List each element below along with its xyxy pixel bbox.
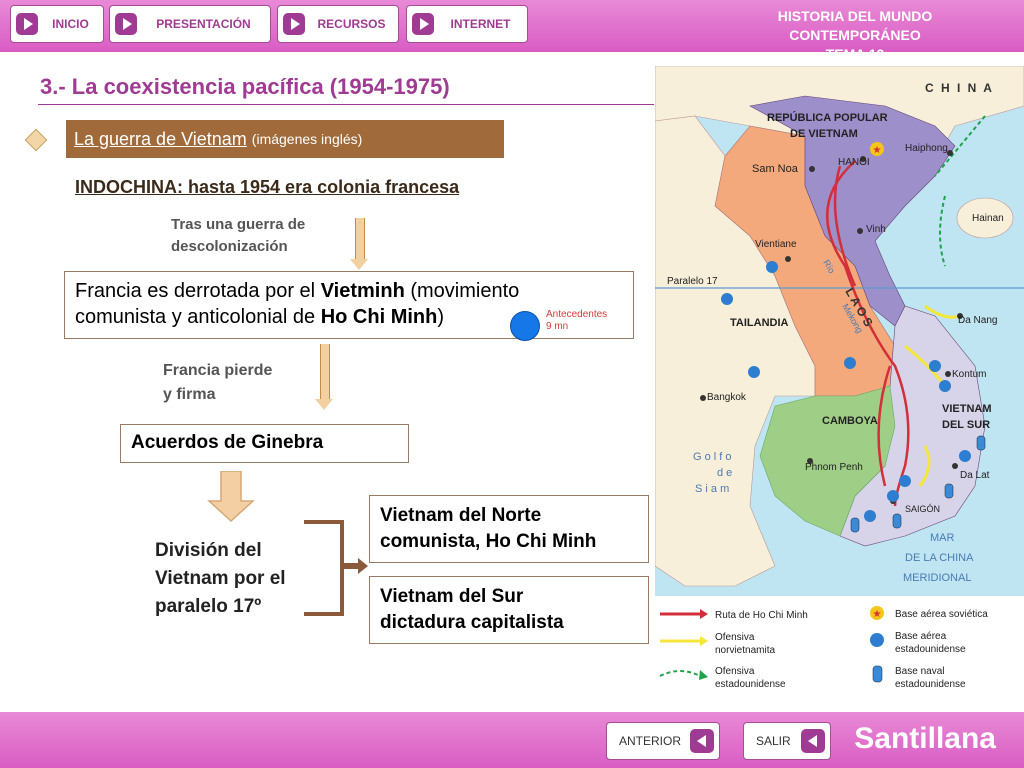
split-bracket xyxy=(304,520,344,616)
label-kontum: Kontum xyxy=(952,369,986,380)
label-golfo-2: d e xyxy=(717,467,732,479)
division-line-2: Vietnam por el xyxy=(155,568,286,589)
sur-line-2: dictadura capitalista xyxy=(380,612,564,633)
label-camboya: CAMBOYA xyxy=(822,415,878,427)
pierde-line-2: y firma xyxy=(163,386,216,403)
vietnam-sur-box: Vietnam del Sur dictadura capitalista xyxy=(369,576,649,644)
santillana-logo: Santillana xyxy=(854,722,996,755)
inicio-label: INICIO xyxy=(52,17,89,31)
label-saigon: SAIGÓN xyxy=(905,504,940,514)
division-line-1: División del xyxy=(155,540,262,561)
label-da-lat: Da Lat xyxy=(960,470,990,481)
label-tailandia: TAILANDIA xyxy=(730,317,789,329)
legend-base-aer-1: Base aérea xyxy=(895,631,947,642)
big-down-arrow-icon xyxy=(207,471,255,523)
division-line-3: paralelo 17º xyxy=(155,596,262,617)
norte-line-2: comunista, Ho Chi Minh xyxy=(380,531,597,552)
label-vs-2: DEL SUR xyxy=(942,419,990,431)
francia-line-1: Francia es derrotada por el Vietminh (mo… xyxy=(75,280,520,302)
right-arrow-icon xyxy=(344,558,368,574)
francia-pierde-text: Francia pierde y firma xyxy=(163,359,272,407)
video-note: (imágenes inglés) xyxy=(251,131,363,147)
internet-button[interactable]: INTERNET xyxy=(406,5,528,43)
down-arrow-icon xyxy=(315,344,333,410)
page-title: 3.- La coexistencia pacífica (1954-1975) xyxy=(40,74,450,99)
recursos-button[interactable]: RECURSOS xyxy=(277,5,399,43)
vietnam-norte-box: Vietnam del Norte comunista, Ho Chi Minh xyxy=(369,495,649,563)
anterior-label: ANTERIOR xyxy=(619,734,682,748)
label-bangkok: Bangkok xyxy=(707,392,747,403)
tras-guerra-text: Tras una guerra de descolonización xyxy=(171,214,305,258)
label-sam-noa: Sam Noa xyxy=(752,163,799,175)
down-arrow-icon xyxy=(350,218,368,270)
bullet-diamond-icon xyxy=(24,128,48,152)
label-mar-2: DE LA CHINA xyxy=(905,552,974,564)
svg-text:★: ★ xyxy=(873,609,882,620)
antecedentes-video-button[interactable] xyxy=(510,311,540,341)
recursos-label: RECURSOS xyxy=(317,17,386,31)
svg-text:★: ★ xyxy=(873,145,882,156)
presentacion-button[interactable]: PRESENTACIÓN xyxy=(109,5,271,43)
legend-us-1: Ofensiva xyxy=(715,666,755,677)
indochina-map: ★ C H I N A REPÚBLICA POPULAR DE VIETNAM… xyxy=(655,66,1024,700)
sur-line-1: Vietnam del Sur xyxy=(380,586,524,607)
indochina-heading: INDOCHINA: hasta 1954 era colonia france… xyxy=(75,177,460,197)
salir-label: SALIR xyxy=(756,734,791,748)
legend-base-nav-1: Base naval xyxy=(895,666,944,677)
legend-base-nav-2: estadounidense xyxy=(895,679,966,690)
norte-line-1: Vietnam del Norte xyxy=(380,505,542,526)
tras-line-2: descolonización xyxy=(171,238,288,255)
label-vs-1: VIETNAM xyxy=(942,403,992,415)
play-icon xyxy=(115,13,137,35)
play-icon xyxy=(283,13,305,35)
play-icon xyxy=(16,13,38,35)
label-rpv-2: DE VIETNAM xyxy=(790,128,858,140)
back-arrow-icon xyxy=(690,729,714,753)
legend-base-aer-2: estadounidense xyxy=(895,644,966,655)
course-header: HISTORIA DEL MUNDO CONTEMPORÁNEO TEMA 12 xyxy=(730,7,980,64)
inicio-button[interactable]: INICIO xyxy=(10,5,104,43)
legend-base-sov: Base aérea soviética xyxy=(895,609,988,620)
label-hanoi: HANOI xyxy=(838,157,870,168)
label-da-nang: Da Nang xyxy=(958,315,997,326)
legend-us-2: estadounidense xyxy=(715,679,786,690)
label-hainan: Hainan xyxy=(972,213,1004,224)
label-paralelo: Paralelo 17 xyxy=(667,276,718,287)
label-golfo-1: G o l f o xyxy=(693,451,732,463)
salir-button[interactable]: SALIR xyxy=(743,722,831,760)
video-link[interactable]: La guerra de Vietnam xyxy=(74,129,247,150)
label-haiphong: Haiphong xyxy=(905,143,948,154)
acuerdos-ginebra-box: Acuerdos de Ginebra xyxy=(120,424,409,463)
label-golfo-3: S i a m xyxy=(695,483,729,495)
label-vientiane: Vientiane xyxy=(755,239,797,250)
video-link-box[interactable]: La guerra de Vietnam (imágenes inglés) xyxy=(66,120,504,158)
back-arrow-icon xyxy=(801,729,825,753)
tras-line-1: Tras una guerra de xyxy=(171,216,306,233)
legend-ruta: Ruta de Ho Chi Minh xyxy=(715,610,808,621)
pierde-line-1: Francia pierde xyxy=(163,362,273,379)
division-text: División del Vietnam por el paralelo 17º xyxy=(155,537,286,621)
presentacion-label: PRESENTACIÓN xyxy=(156,17,251,31)
title-divider xyxy=(38,104,654,105)
label-mar-3: MERIDIONAL xyxy=(903,572,971,584)
francia-line-2: comunista y anticolonial de Ho Chi Minh) xyxy=(75,306,445,328)
legend-nv-2: norvietnamita xyxy=(715,645,775,656)
anterior-button[interactable]: ANTERIOR xyxy=(606,722,720,760)
label-mar-1: MAR xyxy=(930,532,955,544)
label-china: C H I N A xyxy=(925,81,994,95)
label-vinh: Vinh xyxy=(866,224,886,235)
label-phnom-penh: Phnom Penh xyxy=(805,462,863,473)
antecedentes-label: Antecedentes 9 mn xyxy=(546,309,608,332)
label-rpv-1: REPÚBLICA POPULAR xyxy=(767,111,888,124)
internet-label: INTERNET xyxy=(450,17,511,31)
course-title: HISTORIA DEL MUNDO CONTEMPORÁNEO xyxy=(777,8,933,43)
legend-nv-1: Ofensiva xyxy=(715,632,755,643)
play-icon xyxy=(412,13,434,35)
course-unit: TEMA 12 xyxy=(825,46,885,62)
